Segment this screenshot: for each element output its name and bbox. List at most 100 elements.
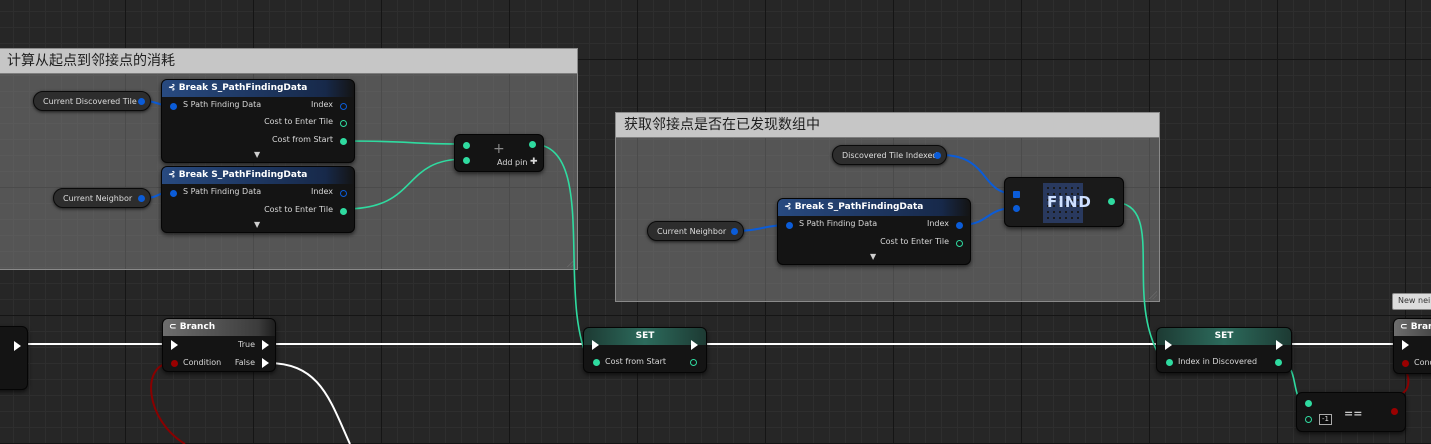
break-node-2[interactable]: ⊰ Break S_PathFindingData S Path Finding… (161, 166, 355, 233)
a-in-pin[interactable] (1305, 400, 1312, 407)
pin-label: Index (310, 100, 333, 109)
break-node-1[interactable]: ⊰ Break S_PathFindingData S Path Finding… (161, 79, 355, 163)
find-out-pin[interactable] (1108, 198, 1115, 205)
pin-label: Index (310, 187, 333, 196)
exec-out-pin[interactable] (691, 340, 698, 350)
item-in-pin[interactable] (1013, 205, 1020, 212)
struct-out-pin[interactable] (731, 228, 738, 235)
add-pin-label[interactable]: Add pin (497, 158, 527, 167)
var-label: Current Discovered Tile (43, 97, 137, 106)
expand-arrow-icon[interactable]: ▼ (254, 150, 260, 159)
add-node[interactable]: + Add pin ✚ (454, 134, 544, 172)
false-exec-pin[interactable] (262, 358, 269, 368)
node-header: SET (1157, 328, 1291, 345)
prev-exec-node[interactable] (0, 326, 28, 390)
node-title: SET (635, 331, 655, 341)
condition-in-pin[interactable] (1402, 360, 1409, 367)
add-in-pin-a[interactable] (463, 142, 470, 149)
node-title: Break S_PathFindingData (178, 170, 308, 180)
cost-start-out-pin[interactable] (340, 138, 347, 145)
literal-value-input[interactable]: -1 (1319, 414, 1332, 425)
expand-arrow-icon[interactable]: ▼ (254, 220, 260, 229)
struct-out-pin[interactable] (138, 195, 145, 202)
branch-node[interactable]: ⊂ Branch True Condition False (162, 318, 276, 372)
node-header: ⊰ Break S_PathFindingData (162, 80, 354, 97)
node-header: ⊂ Bran (1394, 319, 1431, 336)
node-header: ⊂ Branch (163, 319, 275, 336)
exec-out-pin[interactable] (14, 341, 21, 351)
value-out-pin[interactable] (1275, 359, 1282, 366)
branch-node-right[interactable]: ⊂ Bran Cond (1393, 318, 1431, 374)
value-out-pin[interactable] (690, 359, 697, 366)
pin-label: S Path Finding Data (183, 187, 262, 196)
var-current-neighbor-1[interactable]: Current Neighbor (53, 188, 151, 208)
condition-in-pin[interactable] (171, 360, 178, 367)
set-node-cost[interactable]: SET Cost from Start (583, 327, 707, 373)
index-out-pin[interactable] (956, 222, 963, 229)
exec-in-pin[interactable] (1402, 340, 1409, 350)
set-node-index[interactable]: SET Index in Discovered (1156, 327, 1292, 373)
node-tooltip: New nei (1392, 293, 1431, 310)
find-node[interactable]: FIND (1004, 177, 1124, 227)
node-title: Branch (179, 322, 216, 332)
pin-label: S Path Finding Data (799, 219, 878, 228)
cost-enter-out-pin[interactable] (340, 120, 347, 127)
struct-out-pin[interactable] (138, 98, 145, 105)
expand-arrow-icon[interactable]: ▼ (870, 252, 876, 261)
var-current-discovered-tile[interactable]: Current Discovered Tile (33, 91, 151, 111)
break-node-3[interactable]: ⊰ Break S_PathFindingData S Path Finding… (777, 198, 971, 265)
node-header: ⊰ Break S_PathFindingData (778, 199, 970, 216)
node-title: Break S_PathFindingData (794, 202, 924, 212)
index-out-pin[interactable] (340, 190, 347, 197)
add-out-pin[interactable] (529, 141, 536, 148)
cost-enter-out-pin[interactable] (340, 208, 347, 215)
var-label: Current Neighbor (63, 194, 133, 203)
value-in-pin[interactable] (1166, 359, 1173, 366)
pin-label: Index in Discovered (1178, 357, 1258, 366)
pin-label: Cost from Start (271, 135, 333, 144)
add-pin-icon[interactable]: ✚ (530, 157, 538, 167)
equal-op-label: == (1344, 407, 1363, 420)
b-in-pin[interactable] (1305, 416, 1312, 423)
node-header: SET (584, 328, 706, 345)
add-plus-icon: + (493, 141, 505, 157)
pin-label: Cond (1414, 358, 1431, 367)
pin-label: Index (926, 219, 949, 228)
add-in-pin-b[interactable] (463, 157, 470, 164)
struct-in-pin[interactable] (786, 222, 793, 229)
node-title: SET (1214, 331, 1234, 341)
struct-out-pin[interactable] (934, 152, 941, 159)
pin-label: S Path Finding Data (183, 100, 262, 109)
node-title: Break S_PathFindingData (178, 83, 308, 93)
exec-in-pin[interactable] (592, 340, 599, 350)
exec-in-pin[interactable] (1165, 340, 1172, 350)
var-current-neighbor-2[interactable]: Current Neighbor (647, 221, 744, 241)
pin-label: Cost to Enter Tile (264, 117, 333, 126)
struct-in-pin[interactable] (170, 190, 177, 197)
resize-handle[interactable] (567, 259, 575, 267)
exec-out-pin[interactable] (1276, 340, 1283, 350)
value-in-pin[interactable] (593, 359, 600, 366)
pin-label: Condition (183, 358, 222, 367)
exec-in-pin[interactable] (171, 340, 178, 350)
pin-label: Cost to Enter Tile (264, 205, 333, 214)
var-label: Current Neighbor (657, 227, 727, 236)
cost-enter-out-pin[interactable] (956, 240, 963, 247)
node-header: ⊰ Break S_PathFindingData (162, 167, 354, 184)
pin-label: True (238, 340, 255, 349)
index-out-pin[interactable] (340, 103, 347, 110)
struct-in-pin[interactable] (170, 103, 177, 110)
bool-out-pin[interactable] (1391, 408, 1398, 415)
var-discovered-tile-indexed[interactable]: Discovered Tile Indexed (832, 145, 947, 165)
pin-label: Cost from Start (605, 357, 667, 366)
comment-title-find: 获取邻接点是否在已发现数组中 (616, 113, 1159, 138)
branch-icon: ⊂ (1400, 322, 1411, 332)
true-exec-pin[interactable] (262, 340, 269, 350)
find-label: FIND (1047, 193, 1092, 211)
pin-label: False (234, 358, 255, 367)
array-in-pin[interactable] (1013, 191, 1020, 198)
pin-label: Cost to Enter Tile (880, 237, 949, 246)
break-struct-icon: ⊰ (168, 83, 179, 93)
equal-node[interactable]: -1 == (1296, 392, 1406, 432)
resize-handle[interactable] (1149, 291, 1157, 299)
